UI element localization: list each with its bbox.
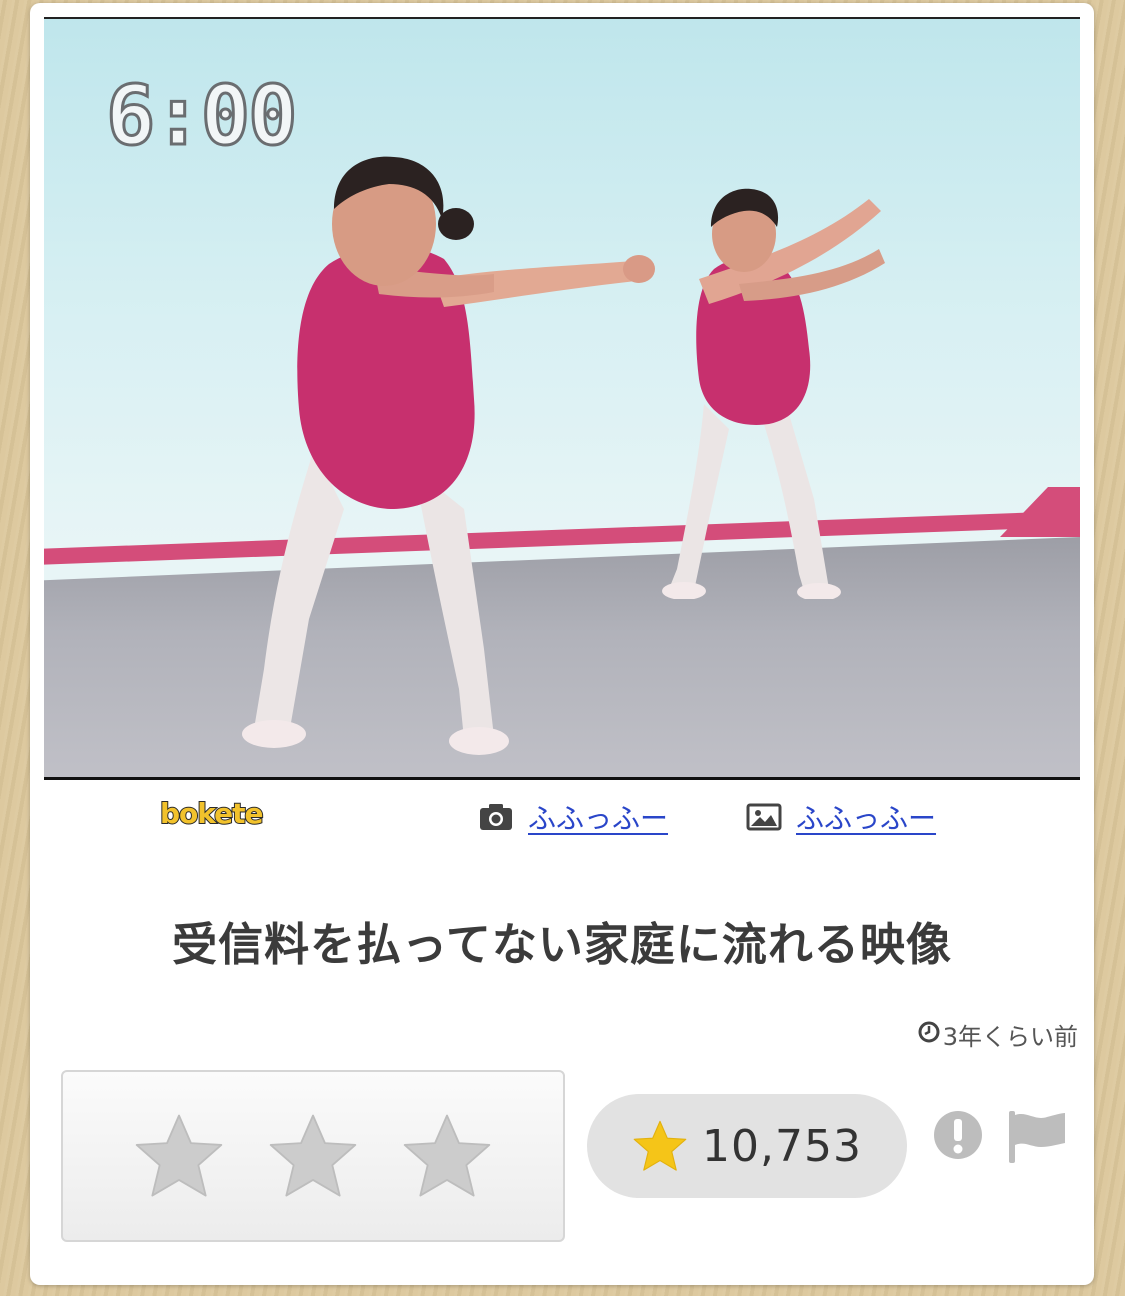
rating-box: [61, 1070, 565, 1242]
post-card: 6:00 bokete ふふっふー ふふっふー 受信料を払ってない家庭に流れる映…: [30, 3, 1094, 1285]
photo-credit-link[interactable]: ふふっふー: [528, 797, 668, 837]
image-icon: [746, 802, 782, 832]
image-credit: ふふっふー: [746, 797, 936, 837]
flag-icon[interactable]: [1005, 1109, 1067, 1165]
image-credit-link[interactable]: ふふっふー: [796, 797, 936, 837]
dancer-left: [194, 149, 664, 769]
meta-row: bokete ふふっふー ふふっふー: [30, 793, 1094, 843]
bokete-logo[interactable]: bokete: [159, 796, 265, 831]
posted-time-text: 3年くらい前: [942, 1023, 1078, 1051]
exclamation-circle-icon[interactable]: [932, 1109, 984, 1161]
post-image[interactable]: 6:00: [44, 17, 1080, 780]
clock-icon: [917, 1020, 941, 1050]
rate-star-2[interactable]: [267, 1110, 359, 1202]
star-icon: [633, 1120, 687, 1171]
rate-star-3[interactable]: [401, 1110, 493, 1202]
dancer-right: [639, 179, 909, 599]
rate-star-1[interactable]: [133, 1110, 225, 1202]
posted-time: 3年くらい前: [917, 1017, 1078, 1052]
score-pill[interactable]: 10,753: [587, 1094, 907, 1198]
post-title: 受信料を払ってない家庭に流れる映像: [172, 918, 952, 971]
camera-icon: [478, 802, 514, 832]
score-count: 10,753: [702, 1120, 862, 1172]
photo-credit: ふふっふー: [478, 797, 668, 837]
